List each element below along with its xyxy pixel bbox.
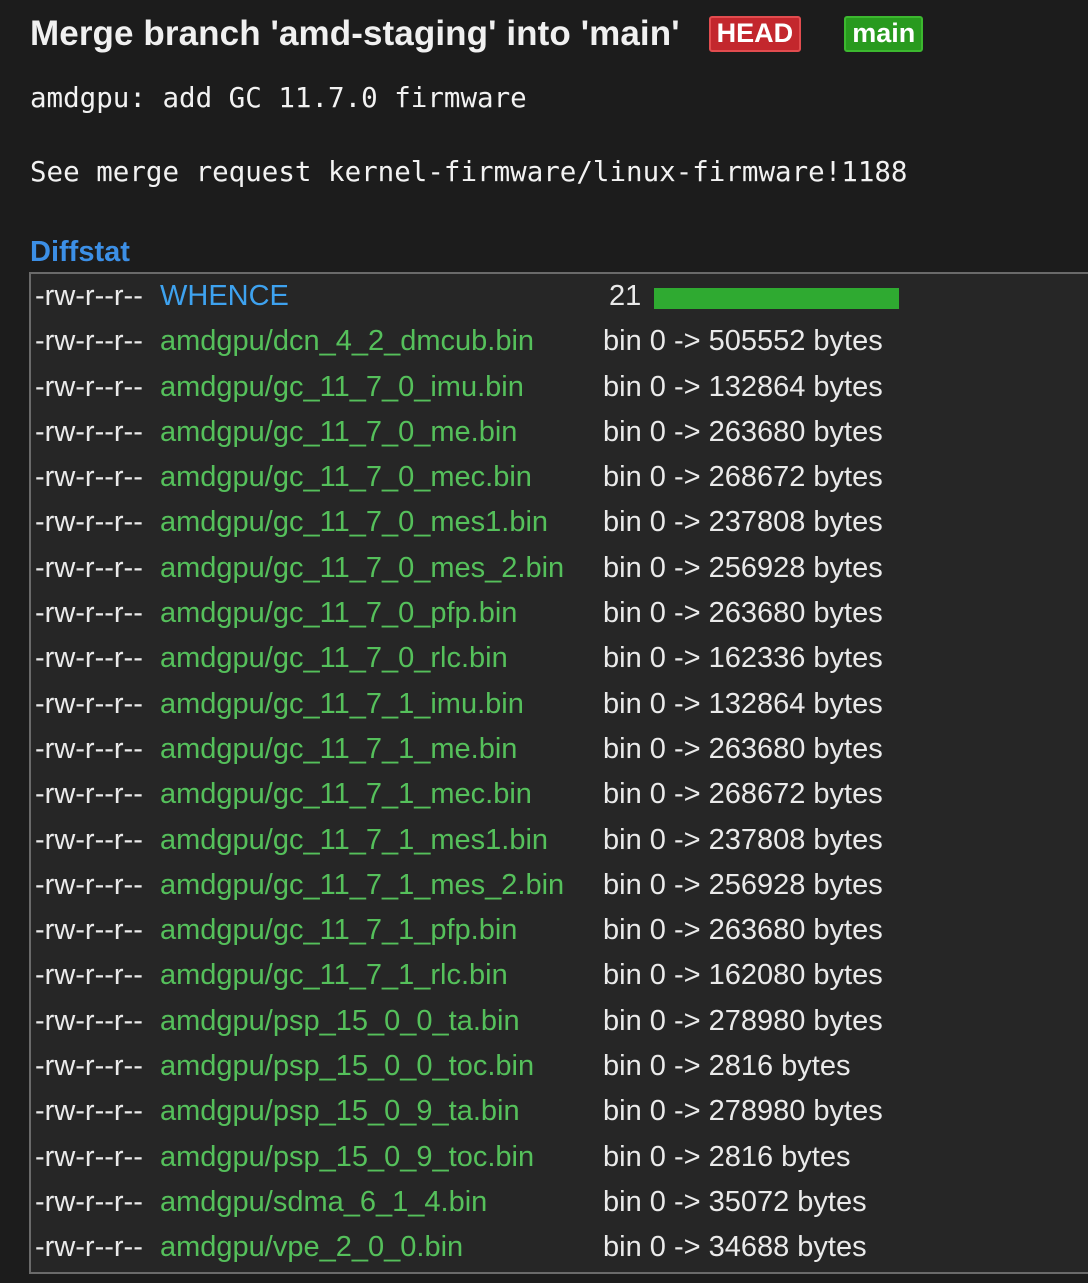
file-path-link[interactable]: amdgpu/gc_11_7_0_mes_2.bin (160, 552, 564, 585)
file-path-link[interactable]: amdgpu/dcn_4_2_dmcub.bin (160, 325, 534, 358)
file-path-link[interactable]: amdgpu/psp_15_0_0_ta.bin (160, 1005, 520, 1038)
diffstat-row: -rw-r--r-- amdgpu/gc_11_7_1_mes1.bin bin 0… (31, 818, 1088, 863)
diffstat-row: -rw-r--r-- amdgpu/vpe_2_0_0.bin bin 0 -> 3… (31, 1225, 1088, 1270)
file-mode: -rw-r--r-- (35, 868, 143, 901)
diffstat-row: -rw-r--r-- amdgpu/gc_11_7_1_mes_2.bin bin … (31, 863, 1088, 908)
file-mode: -rw-r--r-- (35, 325, 143, 358)
binary-size-stat: bin 0 -> 132864 bytes (603, 370, 883, 403)
binary-size-stat: bin 0 -> 132864 bytes (603, 687, 883, 720)
diffstat-row: -rw-r--r-- amdgpu/gc_11_7_0_mec.bin bin 0 … (31, 455, 1088, 500)
diffstat-row: -rw-r--r-- WHENCE 21 (31, 274, 1088, 319)
binary-size-stat: bin 0 -> 256928 bytes (603, 551, 883, 584)
file-path-link[interactable]: WHENCE (160, 280, 289, 313)
file-mode: -rw-r--r-- (35, 1231, 143, 1264)
file-path-link[interactable]: amdgpu/gc_11_7_1_pfp.bin (160, 914, 517, 947)
file-mode: -rw-r--r-- (35, 597, 143, 630)
file-mode: -rw-r--r-- (35, 1095, 143, 1128)
file-path-link[interactable]: amdgpu/gc_11_7_0_mes1.bin (160, 506, 548, 539)
diffstat-table: -rw-r--r-- WHENCE 21 -rw-r--r-- amdgpu/dcn_4… (29, 272, 1088, 1274)
binary-size-stat: bin 0 -> 263680 bytes (603, 914, 883, 947)
commit-header: Merge branch 'amd-staging' into 'main' H… (30, 14, 924, 54)
diffstat-row: -rw-r--r-- amdgpu/sdma_6_1_4.bin bin 0 -> … (31, 1180, 1088, 1225)
binary-size-stat: bin 0 -> 162080 bytes (603, 959, 883, 992)
file-path-link[interactable]: amdgpu/psp_15_0_9_ta.bin (160, 1095, 520, 1128)
file-path-link[interactable]: amdgpu/gc_11_7_1_rlc.bin (160, 959, 508, 992)
binary-size-stat: bin 0 -> 34688 bytes (603, 1231, 867, 1264)
diffstat-row: -rw-r--r-- amdgpu/psp_15_0_0_toc.bin bin 0… (31, 1044, 1088, 1089)
file-path-link[interactable]: amdgpu/gc_11_7_0_rlc.bin (160, 642, 508, 675)
diffstat-row: -rw-r--r-- amdgpu/gc_11_7_0_imu.bin bin 0 … (31, 365, 1088, 410)
commit-title: Merge branch 'amd-staging' into 'main' (30, 14, 680, 53)
binary-size-stat: bin 0 -> 263680 bytes (603, 415, 883, 448)
diffstat-row: -rw-r--r-- amdgpu/dcn_4_2_dmcub.bin bin 0 … (31, 319, 1088, 364)
binary-size-stat: bin 0 -> 2816 bytes (603, 1140, 851, 1173)
diffstat-row: -rw-r--r-- amdgpu/gc_11_7_0_pfp.bin bin 0 … (31, 591, 1088, 636)
binary-size-stat: bin 0 -> 2816 bytes (603, 1050, 851, 1083)
diffstat-row: -rw-r--r-- amdgpu/gc_11_7_0_mes1.bin bin 0… (31, 500, 1088, 545)
diffstat-row: -rw-r--r-- amdgpu/gc_11_7_1_mec.bin bin 0 … (31, 772, 1088, 817)
file-mode: -rw-r--r-- (35, 461, 143, 494)
binary-size-stat: bin 0 -> 263680 bytes (603, 597, 883, 630)
binary-size-stat: bin 0 -> 237808 bytes (603, 506, 883, 539)
file-path-link[interactable]: amdgpu/psp_15_0_9_toc.bin (160, 1141, 534, 1174)
file-mode: -rw-r--r-- (35, 1004, 143, 1037)
commit-message: amdgpu: add GC 11.7.0 firmware See merge… (30, 82, 908, 188)
file-path-link[interactable]: amdgpu/gc_11_7_1_mes_2.bin (160, 869, 564, 902)
file-mode: -rw-r--r-- (35, 914, 143, 947)
ref-badge-head[interactable]: HEAD (708, 16, 802, 52)
file-mode: -rw-r--r-- (35, 1185, 143, 1218)
file-mode: -rw-r--r-- (35, 506, 143, 539)
diffstat-bar (654, 288, 899, 309)
binary-size-stat: bin 0 -> 278980 bytes (603, 1095, 883, 1128)
file-mode: -rw-r--r-- (35, 687, 143, 720)
file-path-link[interactable]: amdgpu/gc_11_7_0_me.bin (160, 416, 517, 449)
diffstat-row: -rw-r--r-- amdgpu/psp_15_0_0_ta.bin bin 0 … (31, 999, 1088, 1044)
file-path-link[interactable]: amdgpu/gc_11_7_1_imu.bin (160, 688, 524, 721)
file-mode: -rw-r--r-- (35, 280, 143, 312)
file-mode: -rw-r--r-- (35, 732, 143, 765)
diffstat-row: -rw-r--r-- amdgpu/gc_11_7_1_rlc.bin bin 0 … (31, 953, 1088, 998)
binary-size-stat: bin 0 -> 268672 bytes (603, 461, 883, 494)
file-path-link[interactable]: amdgpu/gc_11_7_1_mec.bin (160, 778, 532, 811)
binary-size-stat: bin 0 -> 505552 bytes (603, 325, 883, 358)
file-mode: -rw-r--r-- (35, 370, 143, 403)
diffstat-row: -rw-r--r-- amdgpu/gc_11_7_1_imu.bin bin 0 … (31, 682, 1088, 727)
binary-size-stat: bin 0 -> 237808 bytes (603, 823, 883, 856)
file-path-link[interactable]: amdgpu/gc_11_7_0_pfp.bin (160, 597, 517, 630)
binary-size-stat: bin 0 -> 162336 bytes (603, 642, 883, 675)
changed-lines-count: 21 (609, 280, 642, 312)
file-path-link[interactable]: amdgpu/gc_11_7_1_me.bin (160, 733, 517, 766)
ref-badge-main[interactable]: main (844, 16, 924, 52)
file-path-link[interactable]: amdgpu/psp_15_0_0_toc.bin (160, 1050, 534, 1083)
diffstat-row: -rw-r--r-- amdgpu/psp_15_0_9_ta.bin bin 0 … (31, 1089, 1088, 1134)
diffstat-row: -rw-r--r-- amdgpu/gc_11_7_0_me.bin bin 0 -… (31, 410, 1088, 455)
diffstat-row: -rw-r--r-- amdgpu/psp_15_0_9_toc.bin bin 0… (31, 1135, 1088, 1180)
diffstat-heading[interactable]: Diffstat (30, 236, 130, 269)
file-mode: -rw-r--r-- (35, 823, 143, 856)
binary-size-stat: bin 0 -> 256928 bytes (603, 868, 883, 901)
file-path-link[interactable]: amdgpu/gc_11_7_1_mes1.bin (160, 824, 548, 857)
diffstat-row: -rw-r--r-- amdgpu/gc_11_7_1_pfp.bin bin 0 … (31, 908, 1088, 953)
file-mode: -rw-r--r-- (35, 1050, 143, 1083)
file-path-link[interactable]: amdgpu/gc_11_7_0_mec.bin (160, 461, 532, 494)
binary-size-stat: bin 0 -> 278980 bytes (603, 1004, 883, 1037)
file-mode: -rw-r--r-- (35, 415, 143, 448)
diffstat-row: -rw-r--r-- amdgpu/gc_11_7_0_rlc.bin bin 0 … (31, 636, 1088, 681)
file-path-link[interactable]: amdgpu/gc_11_7_0_imu.bin (160, 371, 524, 404)
binary-size-stat: bin 0 -> 35072 bytes (603, 1185, 867, 1218)
binary-size-stat: bin 0 -> 263680 bytes (603, 732, 883, 765)
file-mode: -rw-r--r-- (35, 551, 143, 584)
binary-size-stat: bin 0 -> 268672 bytes (603, 778, 883, 811)
file-mode: -rw-r--r-- (35, 1140, 143, 1173)
file-mode: -rw-r--r-- (35, 959, 143, 992)
file-mode: -rw-r--r-- (35, 778, 143, 811)
file-path-link[interactable]: amdgpu/sdma_6_1_4.bin (160, 1186, 487, 1219)
diffstat-row: -rw-r--r-- amdgpu/gc_11_7_0_mes_2.bin bin … (31, 546, 1088, 591)
file-mode: -rw-r--r-- (35, 642, 143, 675)
file-path-link[interactable]: amdgpu/vpe_2_0_0.bin (160, 1231, 463, 1264)
diffstat-row: -rw-r--r-- amdgpu/gc_11_7_1_me.bin bin 0 -… (31, 727, 1088, 772)
